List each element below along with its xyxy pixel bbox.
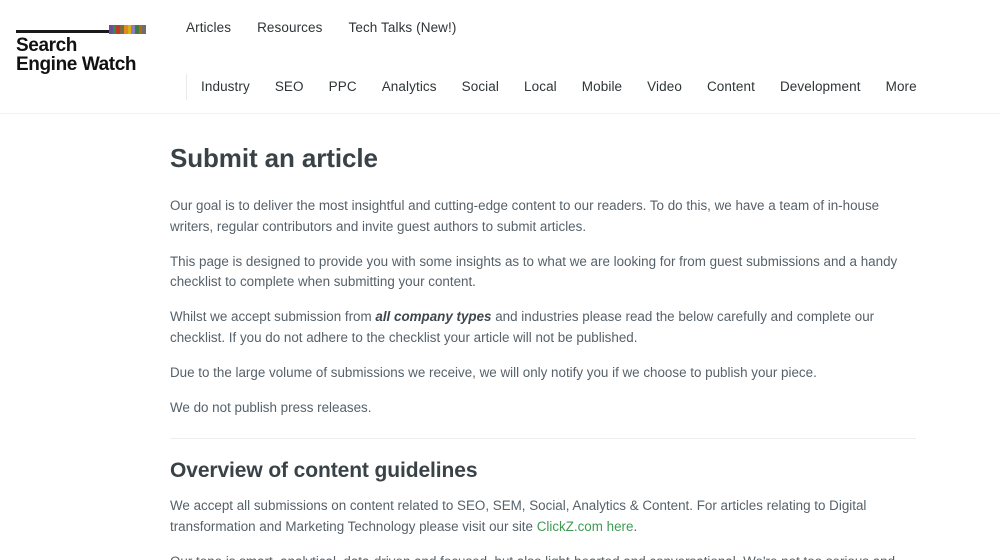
nav-item-analytics[interactable]: Analytics xyxy=(382,77,437,97)
company-types-emphasis: all company types xyxy=(375,309,492,325)
intro-paragraph-1: Our goal is to deliver the most insightf… xyxy=(170,198,880,234)
logo-color-swatches-icon xyxy=(109,25,147,34)
nav-item-more[interactable]: More xyxy=(886,77,917,97)
nav-item-video[interactable]: Video xyxy=(647,77,682,97)
category-navigation-list: Industry SEO PPC Analytics Social Local … xyxy=(201,77,917,97)
secondary-navigation: Industry SEO PPC Analytics Social Local … xyxy=(186,74,917,100)
intro-block: Our goal is to deliver the most insightf… xyxy=(170,196,916,418)
article-content: Submit an article Our goal is to deliver… xyxy=(170,114,916,560)
nav-vertical-divider xyxy=(186,74,187,100)
nav-item-resources[interactable]: Resources xyxy=(257,18,322,38)
primary-navigation: Articles Resources Tech Talks (New!) xyxy=(186,18,456,38)
logo-line-1: Search xyxy=(16,35,77,56)
overview-accept-paragraph: We accept all submissions on content rel… xyxy=(170,496,916,538)
nav-item-development[interactable]: Development xyxy=(780,77,861,97)
page-body: Submit an article Our goal is to deliver… xyxy=(0,114,1000,560)
intro-paragraph-3: Due to the large volume of submissions w… xyxy=(170,364,817,380)
accept-text-before: We accept all submissions on content rel… xyxy=(170,498,867,535)
nav-item-mobile[interactable]: Mobile xyxy=(582,77,622,97)
nav-item-tech-talks[interactable]: Tech Talks (New!) xyxy=(349,18,457,38)
nav-item-industry[interactable]: Industry xyxy=(201,77,250,97)
site-logo[interactable]: Search Engine Watch xyxy=(16,25,156,75)
overview-heading: Overview of content guidelines xyxy=(170,459,478,483)
page-title: Submit an article xyxy=(170,143,378,173)
nav-item-local[interactable]: Local xyxy=(524,77,557,97)
intro-paragraph-4: We do not publish press releases. xyxy=(170,399,372,415)
nav-item-ppc[interactable]: PPC xyxy=(329,77,357,97)
clickz-link[interactable]: ClickZ.com here xyxy=(537,519,634,534)
nav-item-seo[interactable]: SEO xyxy=(275,77,304,97)
intro-paragraph-2: This page is designed to provide you wit… xyxy=(170,253,898,290)
logo-rule xyxy=(16,25,147,34)
nav-item-content[interactable]: Content xyxy=(707,77,755,97)
overview-tone-paragraph: Our tone is smart, analytical, data-driv… xyxy=(170,552,916,560)
company-types-paragraph: Whilst we accept submission from all com… xyxy=(170,307,916,349)
nav-item-articles[interactable]: Articles xyxy=(186,18,231,38)
nav-item-social[interactable]: Social xyxy=(462,77,499,97)
accept-text-after: . xyxy=(633,519,638,535)
logo-line-2: Engine Watch xyxy=(16,54,137,75)
company-types-text-before: Whilst we accept submission from xyxy=(170,309,376,325)
site-header: Search Engine Watch Articles Resources T… xyxy=(0,0,1000,114)
overview-section: Overview of content guidelines We accept… xyxy=(170,457,916,560)
section-divider xyxy=(170,438,916,440)
